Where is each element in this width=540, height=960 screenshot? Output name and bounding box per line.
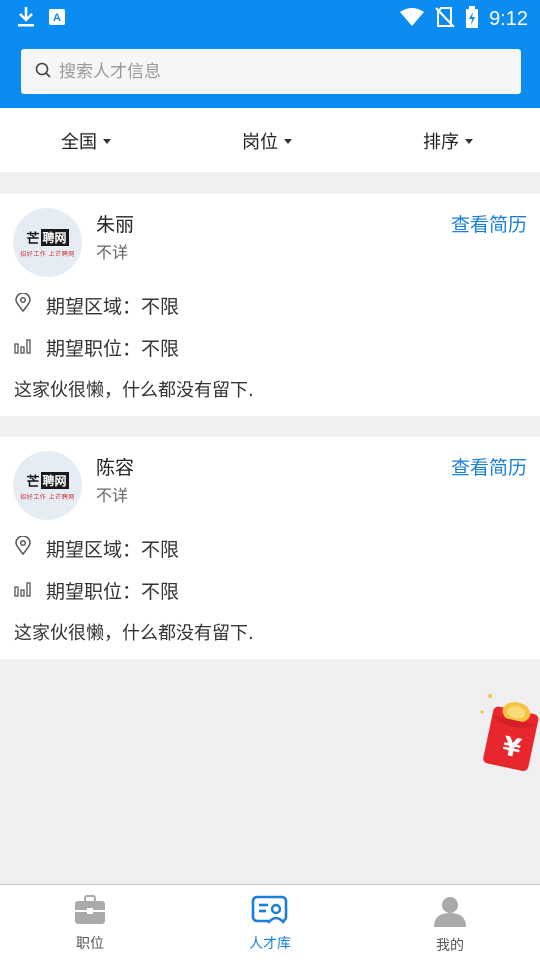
status-time: 9:12 xyxy=(489,7,528,30)
talent-info: 不详 xyxy=(96,243,129,262)
talent-card-icon xyxy=(251,895,289,929)
location-pin-icon xyxy=(14,292,32,318)
status-bar: A 9:12 xyxy=(0,0,540,36)
bar-chart-icon xyxy=(14,580,32,602)
nav-talent-pool-label: 人才库 xyxy=(249,936,291,952)
talent-name: 朱丽 xyxy=(96,214,135,236)
talent-card[interactable]: 芒聘网 招好工作 上芒聘网 陈容 不详 查看简历 期望区域： 不限 期望职位： … xyxy=(0,437,540,659)
expected-region-value: 不限 xyxy=(141,539,180,561)
bottom-nav: 职位 人才库 我的 xyxy=(0,884,540,960)
avatar: 芒聘网 招好工作 上芒聘网 xyxy=(13,451,82,520)
svg-text:A: A xyxy=(53,12,61,24)
briefcase-icon xyxy=(74,895,106,929)
expected-position-label: 期望职位： xyxy=(46,338,142,360)
region-filter-label: 全国 xyxy=(61,132,97,153)
search-box[interactable] xyxy=(21,49,521,94)
location-pin-icon xyxy=(14,535,32,561)
header-area: A 9:12 xyxy=(0,0,540,108)
position-filter[interactable]: 岗位 xyxy=(242,128,292,154)
no-sim-icon xyxy=(435,6,455,32)
caret-down-icon xyxy=(103,138,111,144)
sort-filter-label: 排序 xyxy=(423,132,459,153)
red-packet-icon: ¥ xyxy=(480,694,539,771)
view-resume-link[interactable]: 查看简历 xyxy=(451,453,527,480)
view-resume-link[interactable]: 查看简历 xyxy=(451,210,527,237)
expected-region-row: 期望区域： 不限 xyxy=(14,292,179,319)
expected-region-label: 期望区域： xyxy=(46,539,142,561)
expected-region-label: 期望区域： xyxy=(46,296,142,318)
search-input[interactable] xyxy=(59,61,499,82)
expected-position-value: 不限 xyxy=(141,581,180,603)
sort-filter[interactable]: 排序 xyxy=(423,128,473,154)
caret-down-icon xyxy=(284,138,292,144)
nav-mine-label: 我的 xyxy=(436,938,464,954)
filter-bar: 全国 岗位 排序 xyxy=(0,108,540,172)
battery-charging-icon xyxy=(465,6,479,32)
expected-position-label: 期望职位： xyxy=(46,581,142,603)
person-icon xyxy=(433,895,467,931)
keyboard-icon: A xyxy=(48,8,66,30)
avatar-logo-subtext: 招好工作 上芒聘网 xyxy=(20,493,75,501)
position-filter-label: 岗位 xyxy=(242,132,278,153)
expected-position-row: 期望职位： 不限 xyxy=(14,334,179,361)
talent-name: 陈容 xyxy=(96,457,135,479)
expected-region-value: 不限 xyxy=(141,296,180,318)
caret-down-icon xyxy=(465,138,473,144)
nav-mine[interactable]: 我的 xyxy=(390,895,510,955)
talent-intro: 这家伙很懒，什么都没有留下. xyxy=(14,623,254,644)
bar-chart-icon xyxy=(14,337,32,359)
nav-jobs-label: 职位 xyxy=(76,936,104,952)
talent-intro: 这家伙很懒，什么都没有留下. xyxy=(14,380,254,401)
avatar-logo: 芒聘网 xyxy=(26,228,69,247)
avatar: 芒聘网 招好工作 上芒聘网 xyxy=(13,208,82,277)
download-icon xyxy=(16,6,36,32)
expected-region-row: 期望区域： 不限 xyxy=(14,535,179,562)
talent-card[interactable]: 芒聘网 招好工作 上芒聘网 朱丽 不详 查看简历 期望区域： 不限 期望职位： … xyxy=(0,194,540,416)
nav-talent-pool[interactable]: 人才库 xyxy=(210,895,330,953)
expected-position-value: 不限 xyxy=(141,338,180,360)
red-packet-button[interactable]: ¥ xyxy=(476,690,540,776)
talent-info: 不详 xyxy=(96,486,129,505)
search-icon xyxy=(35,62,51,82)
avatar-logo: 芒聘网 xyxy=(26,471,69,490)
wifi-icon xyxy=(399,7,425,31)
nav-jobs[interactable]: 职位 xyxy=(30,895,150,953)
avatar-logo-subtext: 招好工作 上芒聘网 xyxy=(20,250,75,258)
region-filter[interactable]: 全国 xyxy=(61,128,111,154)
expected-position-row: 期望职位： 不限 xyxy=(14,577,179,604)
